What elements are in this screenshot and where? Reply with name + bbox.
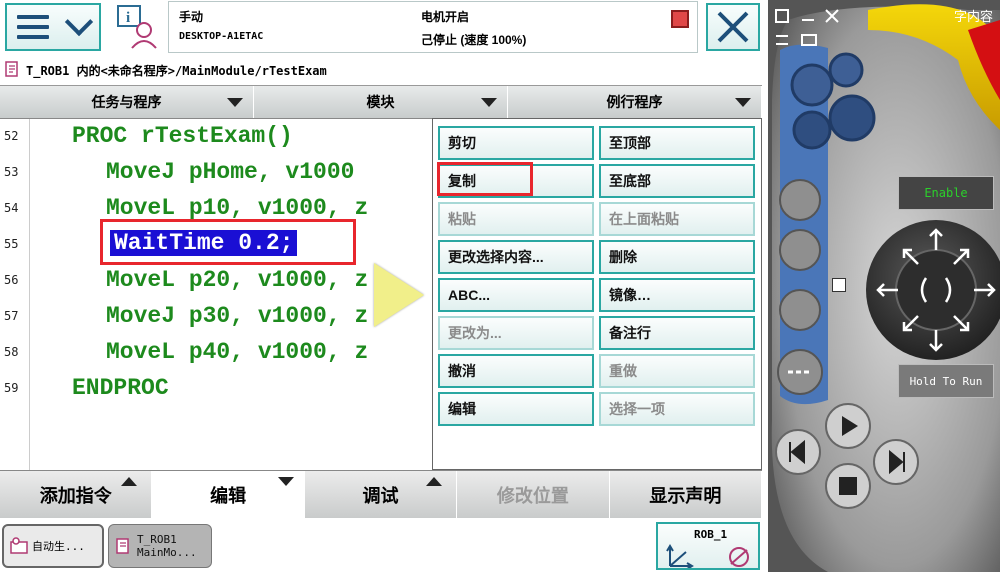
taskbar-item-sublabel: MainMo... bbox=[137, 546, 197, 559]
code-editor[interactable]: 52 53 54 55 56 57 58 59 PROC rTestExam()… bbox=[0, 118, 432, 471]
redo-button[interactable]: 重做 bbox=[599, 354, 755, 388]
close-button[interactable] bbox=[706, 3, 760, 51]
taskbar-item-label: 自动生... bbox=[32, 540, 85, 553]
taskbar-item-program[interactable]: T_ROB1 MainMo... bbox=[108, 524, 212, 568]
code-line[interactable]: MoveL p20, v1000, z bbox=[106, 267, 368, 293]
line-number: 57 bbox=[4, 309, 19, 323]
close-icon bbox=[717, 11, 749, 43]
tab-label: 模块 bbox=[366, 94, 395, 110]
main-menu-button[interactable] bbox=[5, 3, 101, 51]
to-bottom-button[interactable]: 至底部 bbox=[599, 164, 755, 198]
flexpendant-screen: i 手动 DESKTOP-A1ETAC 电机开启 己停止 (速度 100%) T… bbox=[0, 0, 768, 572]
tab-label: 例行程序 bbox=[606, 94, 663, 110]
info-person-icon: i bbox=[117, 5, 157, 49]
debug-button[interactable]: 调试 bbox=[304, 471, 458, 518]
program-path: T_ROB1 内的<未命名程序>/MainModule/rTestExam bbox=[26, 63, 327, 78]
pointer-arrow-icon bbox=[374, 263, 424, 327]
chevron-down-icon bbox=[64, 7, 94, 37]
mirror-button[interactable]: 镜像… bbox=[599, 278, 755, 312]
taskbar: 自动生... T_ROB1 MainMo... ROB_1 bbox=[0, 518, 768, 572]
chevron-down-icon bbox=[277, 477, 294, 486]
event-log-button[interactable]: i bbox=[108, 3, 164, 51]
overlay-text: 字内容 bbox=[954, 9, 994, 24]
selection-highlight-box bbox=[100, 219, 356, 265]
code-line[interactable]: ENDPROC bbox=[72, 375, 169, 401]
chevron-up-icon bbox=[426, 477, 443, 486]
comment-line-button[interactable]: 备注行 bbox=[599, 316, 755, 350]
copy-highlight-box bbox=[437, 162, 533, 196]
modify-position-button[interactable]: 修改位置 bbox=[457, 471, 610, 518]
abc-button[interactable]: ABC... bbox=[438, 278, 594, 312]
status-panel: 手动 DESKTOP-A1ETAC 电机开启 己停止 (速度 100%) bbox=[168, 1, 698, 53]
tag-icon bbox=[832, 278, 846, 292]
line-number: 56 bbox=[4, 273, 19, 287]
robot-name: ROB_1 bbox=[694, 528, 728, 541]
svg-text:i: i bbox=[126, 10, 130, 26]
auto-mode-icon bbox=[10, 537, 28, 554]
undo-button[interactable]: 撤消 bbox=[438, 354, 594, 388]
stop-status-icon[interactable] bbox=[671, 10, 689, 28]
program-icon bbox=[116, 538, 129, 554]
tab-tasks-programs[interactable]: 任务与程序 bbox=[0, 86, 254, 118]
edit-button[interactable]: 编辑 bbox=[438, 392, 594, 426]
tab-label: 任务与程序 bbox=[91, 94, 162, 110]
axes-icon bbox=[666, 544, 694, 568]
enable-label: Enable bbox=[924, 186, 968, 200]
chevron-down-icon bbox=[735, 98, 751, 107]
line-number: 52 bbox=[4, 129, 19, 143]
code-line[interactable]: MoveL p10, v1000, z bbox=[106, 195, 368, 221]
code-line[interactable]: PROC rTestExam() bbox=[72, 123, 293, 149]
hold-to-run-button[interactable]: Hold To Run bbox=[898, 364, 994, 398]
line-number: 55 bbox=[4, 237, 19, 251]
bottom-toolbar: 添加指令 编辑 调试 修改位置 显示声明 bbox=[0, 470, 763, 518]
speed-dial-icon bbox=[729, 547, 749, 567]
program-state: 己停止 (速度 100%) bbox=[421, 33, 527, 47]
paste-above-button[interactable]: 在上面粘贴 bbox=[599, 202, 755, 236]
code-line[interactable]: MoveJ p30, v1000, z bbox=[106, 303, 368, 329]
program-tabs: 任务与程序 模块 例行程序 bbox=[0, 85, 762, 118]
controller-name: DESKTOP-A1ETAC bbox=[179, 31, 264, 42]
taskbar-item-auto[interactable]: 自动生... bbox=[2, 524, 104, 568]
program-icon bbox=[5, 61, 18, 77]
paste-button[interactable]: 粘贴 bbox=[438, 202, 594, 236]
line-number: 58 bbox=[4, 345, 19, 359]
chevron-down-icon bbox=[227, 98, 243, 107]
change-selection-button[interactable]: 更改选择内容... bbox=[438, 240, 594, 274]
show-declaration-button[interactable]: 显示声明 bbox=[609, 471, 763, 518]
tab-modules[interactable]: 模块 bbox=[254, 86, 508, 118]
motor-state: 电机开启 bbox=[421, 10, 470, 24]
code-line[interactable]: MoveL p40, v1000, z bbox=[106, 339, 368, 365]
menu-icon bbox=[17, 15, 49, 39]
pendant-hardware-panel: Enable Hold To Run 字内容 bbox=[768, 0, 1000, 572]
code-line[interactable]: MoveJ pHome, v1000 bbox=[106, 159, 354, 185]
chevron-down-icon bbox=[481, 98, 497, 107]
pendant-body bbox=[768, 0, 1000, 572]
taskbar-item-label: T_ROB1 bbox=[137, 533, 177, 546]
line-number: 59 bbox=[4, 381, 19, 395]
delete-button[interactable]: 删除 bbox=[599, 240, 755, 274]
operation-mode: 手动 bbox=[179, 10, 204, 24]
enable-button[interactable]: Enable bbox=[898, 176, 994, 210]
line-number: 53 bbox=[4, 165, 19, 179]
top-bar: i 手动 DESKTOP-A1ETAC 电机开启 己停止 (速度 100%) bbox=[0, 0, 768, 55]
add-instruction-button[interactable]: 添加指令 bbox=[0, 471, 153, 518]
select-item-button[interactable]: 选择一项 bbox=[599, 392, 755, 426]
tab-routines[interactable]: 例行程序 bbox=[508, 86, 762, 118]
to-top-button[interactable]: 至顶部 bbox=[599, 126, 755, 160]
line-number: 54 bbox=[4, 201, 19, 215]
hold-to-run-label: Hold To Run bbox=[909, 374, 983, 388]
chevron-up-icon bbox=[121, 477, 138, 486]
change-to-button[interactable]: 更改为... bbox=[438, 316, 594, 350]
edit-tab-button[interactable]: 编辑 bbox=[152, 471, 305, 518]
program-path-bar: T_ROB1 内的<未命名程序>/MainModule/rTestExam bbox=[0, 55, 768, 85]
cut-button[interactable]: 剪切 bbox=[438, 126, 594, 160]
quickset-robot-button[interactable]: ROB_1 bbox=[656, 522, 760, 570]
